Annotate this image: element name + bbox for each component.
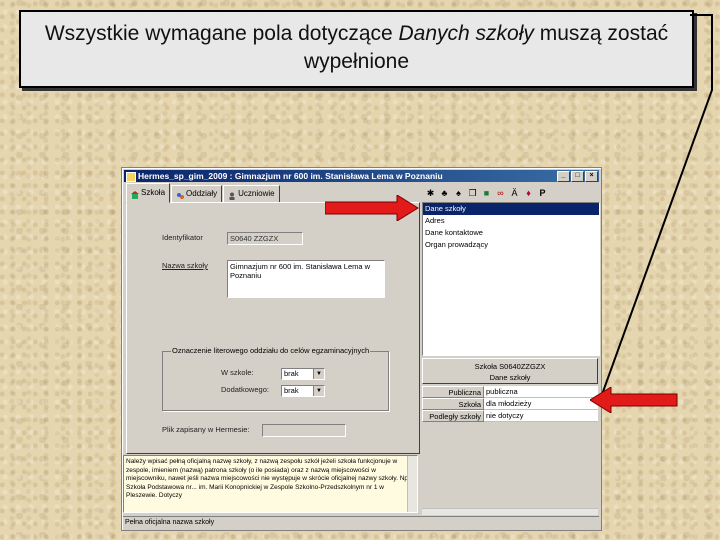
property-value[interactable]: nie dotyczy: [484, 410, 598, 422]
school-name-label: Nazwa szkoły: [162, 261, 208, 270]
arrow-to-school-data-icon: [325, 195, 419, 221]
field-description-text: Należy wpisać pełną oficjalną nazwę szko…: [126, 458, 410, 500]
window-titlebar[interactable]: Hermes_sp_gim_2009 : Gimnazjum nr 600 im…: [124, 170, 599, 182]
identifier-label: Identyfikator: [162, 233, 203, 242]
identifier-field[interactable]: S0640 ZZGZX: [227, 232, 303, 245]
tab-school-label: Szkoła: [141, 188, 166, 197]
tab-students-label: Uczniowie: [238, 189, 275, 198]
field-description-box: Należy wpisać pełną oficjalną nazwę szko…: [123, 455, 418, 513]
tab-classes[interactable]: Oddziały: [171, 185, 223, 203]
in-school-select[interactable]: brak ▼: [281, 368, 325, 380]
maximize-button[interactable]: □: [571, 171, 584, 182]
app-icon: [126, 172, 136, 182]
font-icon[interactable]: Ä: [510, 188, 519, 198]
additional-select[interactable]: brak ▼: [281, 385, 325, 397]
school-form-panel: Identyfikator S0640 ZZGZX Nazwa szkoły G…: [126, 202, 420, 454]
in-school-value: brak: [284, 369, 299, 378]
tab-students[interactable]: Uczniowie: [223, 185, 280, 203]
minimize-button[interactable]: _: [557, 171, 570, 182]
in-school-label: W szkole:: [221, 368, 254, 377]
tab-strip: Szkoła Oddziały Uczniowie: [126, 183, 281, 203]
property-value[interactable]: publiczna: [484, 386, 598, 398]
binoculars-icon[interactable]: ∞: [496, 188, 505, 198]
close-button[interactable]: ×: [585, 171, 598, 182]
selected-record-info: Szkoła S0640ZZGZX Dane szkoły: [422, 358, 598, 384]
students-icon: [228, 190, 236, 200]
users-icon[interactable]: ♣: [440, 188, 449, 198]
tools-icon[interactable]: ✱: [426, 188, 435, 198]
property-row[interactable]: Szkoła dla młodzieży: [422, 398, 598, 410]
file-saved-field[interactable]: [262, 424, 346, 437]
save-icon[interactable]: ■: [482, 188, 491, 198]
properties-table: Publiczna publiczna Szkoła dla młodzieży…: [422, 386, 598, 422]
property-key: Szkoła: [422, 398, 484, 410]
slide-caption-box: Wszystkie wymagane pola dotyczące Danych…: [19, 10, 694, 88]
additional-label: Dodatkowego:: [221, 385, 269, 394]
property-row[interactable]: Podległy szkoły nie dotyczy: [422, 410, 598, 422]
window-title: Hermes_sp_gim_2009 : Gimnazjum nr 600 im…: [138, 171, 443, 181]
property-key: Podległy szkoły: [422, 410, 484, 422]
info-school-code: Szkoła S0640ZZGZX: [474, 362, 546, 371]
additional-value: brak: [284, 386, 299, 395]
list-item-dane-kontaktowe[interactable]: Dane kontaktowe: [423, 227, 599, 239]
group-icon[interactable]: ♠: [454, 188, 463, 198]
exam-letter-groupbox: Oznaczenie literowego oddziału do celów …: [162, 346, 389, 411]
school-name-field[interactable]: Gimnazjum nr 600 im. Stanisława Lema w P…: [227, 260, 385, 298]
file-saved-label: Plik zapisany w Hermesie:: [162, 425, 250, 434]
book-icon[interactable]: ♦: [524, 188, 533, 198]
tab-classes-label: Oddziały: [186, 189, 218, 198]
school-data-list: Dane szkoły Adres Dane kontaktowe Organ …: [422, 202, 600, 356]
tab-school[interactable]: Szkoła: [126, 183, 171, 203]
copy-icon[interactable]: ❐: [468, 188, 477, 198]
caption-text-1: Wszystkie wymagane pola dotyczące: [44, 22, 399, 45]
exam-letter-group-title: Oznaczenie literowego oddziału do celów …: [171, 346, 371, 355]
app-window: Hermes_sp_gim_2009 : Gimnazjum nr 600 im…: [121, 167, 602, 531]
chevron-down-icon: ▼: [313, 386, 324, 396]
info-section: Dane szkoły: [489, 373, 531, 382]
class-icon: [176, 190, 185, 199]
list-item-organ-prowadzacy[interactable]: Organ prowadzący: [423, 239, 599, 251]
caption-italic-text: Danych szkoły: [398, 22, 534, 45]
chevron-down-icon: ▼: [313, 369, 324, 379]
list-item-adres[interactable]: Adres: [423, 215, 599, 227]
status-bar: Pełna oficjalna nazwa szkoły: [123, 516, 599, 527]
property-row[interactable]: Publiczna publiczna: [422, 386, 598, 398]
list-item-dane-szkoly[interactable]: Dane szkoły: [423, 203, 599, 215]
p-icon[interactable]: P: [538, 188, 547, 198]
horizontal-scrollbar[interactable]: [422, 508, 598, 515]
description-scrollbar[interactable]: [407, 456, 417, 512]
property-value[interactable]: dla młodzieży: [484, 398, 598, 410]
arrow-to-properties-icon: [590, 387, 678, 413]
right-toolbar: ✱ ♣ ♠ ❐ ■ ∞ Ä ♦ P: [422, 185, 602, 201]
school-icon: [131, 189, 139, 199]
property-key: Publiczna: [422, 386, 484, 398]
